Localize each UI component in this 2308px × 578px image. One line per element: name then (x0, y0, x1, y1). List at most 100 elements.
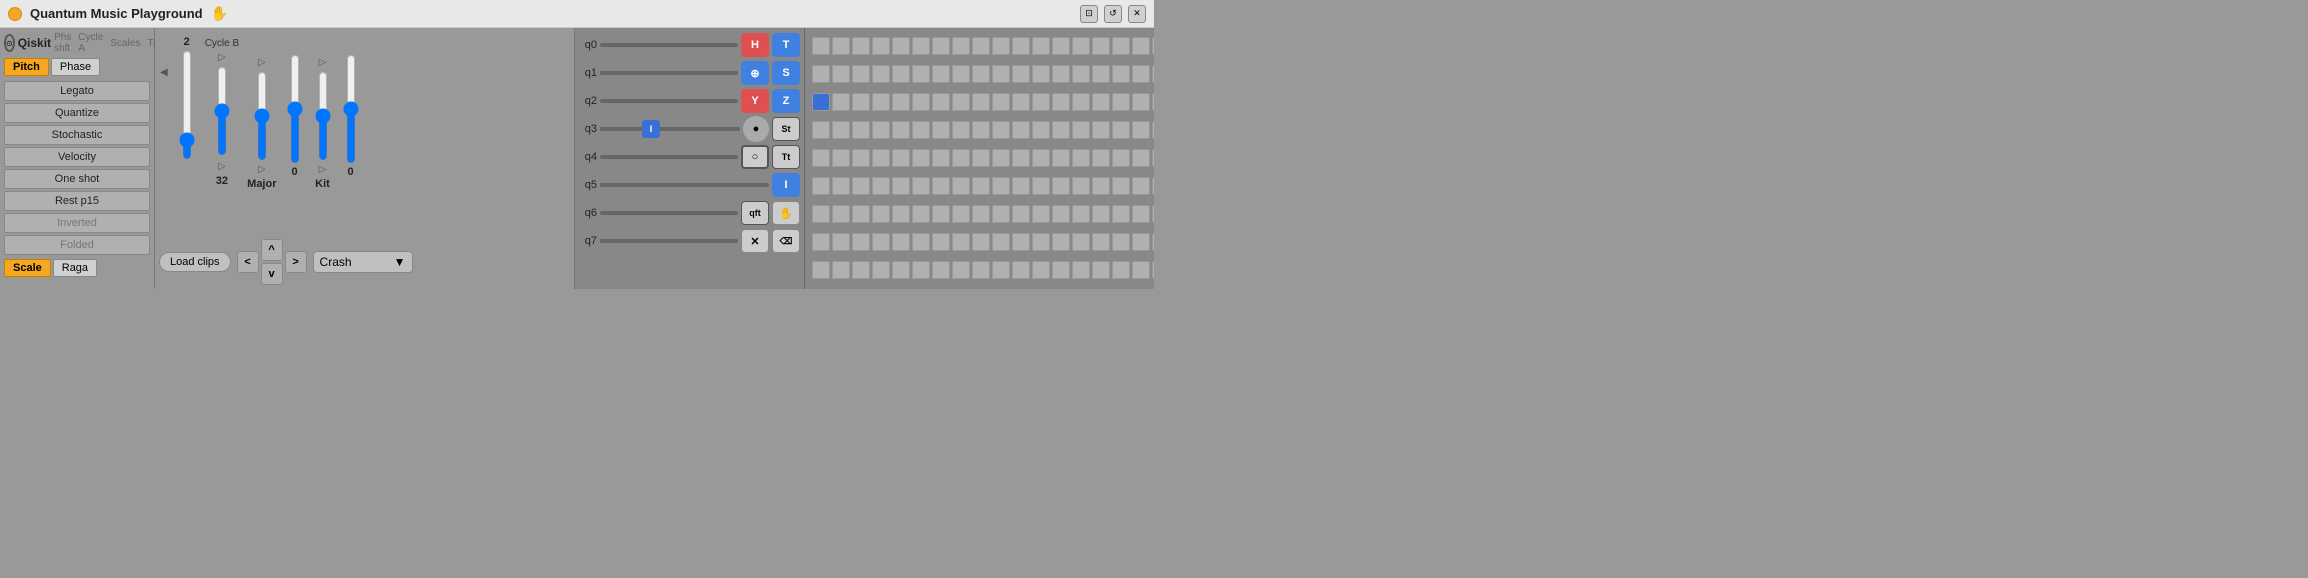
grid-cell[interactable] (1072, 177, 1090, 195)
grid-cell[interactable] (832, 177, 850, 195)
grid-cell[interactable] (1152, 121, 1154, 139)
grid-cell[interactable] (872, 121, 890, 139)
grid-cell[interactable] (1032, 93, 1050, 111)
grid-cell[interactable] (892, 205, 910, 223)
grid-cell[interactable] (1012, 93, 1030, 111)
grid-cell[interactable] (912, 233, 930, 251)
pitch-button[interactable]: Pitch (4, 58, 49, 76)
grid-cell[interactable] (872, 177, 890, 195)
grid-cell[interactable] (972, 93, 990, 111)
grid-cell[interactable] (1072, 121, 1090, 139)
q0-btn2[interactable]: T (772, 33, 800, 57)
grid-cell[interactable] (812, 121, 830, 139)
q3-btn1[interactable]: ● (743, 116, 769, 142)
grid-cell[interactable] (1132, 93, 1150, 111)
grid-cell[interactable] (1152, 177, 1154, 195)
grid-cell[interactable] (1092, 37, 1110, 55)
cycle-b-arrow-btn[interactable]: ▷ (217, 51, 227, 64)
one-shot-button[interactable]: One shot (4, 169, 150, 189)
grid-cell[interactable] (1072, 205, 1090, 223)
grid-cell[interactable] (992, 233, 1010, 251)
grid-cell[interactable] (972, 177, 990, 195)
grid-cell[interactable] (1032, 261, 1050, 279)
grid-cell[interactable] (992, 65, 1010, 83)
grid-cell[interactable] (1012, 233, 1030, 251)
grid-cell[interactable] (1072, 233, 1090, 251)
grid-cell[interactable] (892, 149, 910, 167)
q7-btn1[interactable]: ✕ (741, 229, 769, 253)
grid-cell[interactable] (832, 37, 850, 55)
inverted-button[interactable]: Inverted (4, 213, 150, 233)
grid-cell[interactable] (1092, 261, 1110, 279)
grid-cell[interactable] (1052, 149, 1070, 167)
grid-cell[interactable] (992, 149, 1010, 167)
grid-cell[interactable] (832, 233, 850, 251)
grid-cell[interactable] (832, 149, 850, 167)
grid-cell[interactable] (1152, 261, 1154, 279)
grid-cell[interactable] (1052, 93, 1070, 111)
grid-cell[interactable] (1112, 177, 1130, 195)
grid-cell[interactable] (1092, 121, 1110, 139)
grid-cell[interactable] (1092, 149, 1110, 167)
grid-cell[interactable] (932, 65, 950, 83)
grid-cell[interactable] (1132, 37, 1150, 55)
grid-cell[interactable] (1032, 121, 1050, 139)
grid-cell[interactable] (1132, 261, 1150, 279)
grid-cell[interactable] (872, 149, 890, 167)
grid-cell[interactable] (932, 205, 950, 223)
quantize-button[interactable]: Quantize (4, 103, 150, 123)
scales-slider[interactable] (252, 71, 272, 161)
grid-cell[interactable] (1052, 177, 1070, 195)
grid-cell[interactable] (1012, 205, 1030, 223)
grid-cell[interactable] (892, 233, 910, 251)
grid-cell[interactable] (932, 93, 950, 111)
nav-right-btn[interactable]: > (285, 251, 307, 273)
grid-cell[interactable] (1152, 65, 1154, 83)
grid-cell[interactable] (1012, 37, 1030, 55)
grid-cell[interactable] (1112, 37, 1130, 55)
grid-cell[interactable] (892, 37, 910, 55)
grid-cell[interactable] (852, 205, 870, 223)
grid-cell[interactable] (972, 37, 990, 55)
grid-cell[interactable] (852, 121, 870, 139)
phase-button[interactable]: Phase (51, 58, 100, 76)
grid-cell[interactable] (872, 93, 890, 111)
nav-up-btn[interactable]: ^ (261, 239, 283, 261)
q4-btn2[interactable]: Tt (772, 145, 800, 169)
grid-cell[interactable] (952, 177, 970, 195)
window-btn-1[interactable]: ⊡ (1080, 5, 1098, 23)
grid-cell[interactable] (1072, 93, 1090, 111)
cycle-a-slider[interactable] (177, 50, 197, 160)
grid-cell[interactable] (852, 65, 870, 83)
q5-btn1[interactable]: I (772, 173, 800, 197)
q6-btn1[interactable]: qft (741, 201, 769, 225)
grid-cell[interactable] (912, 93, 930, 111)
q2-btn1[interactable]: Y (741, 89, 769, 113)
grid-cell[interactable] (952, 205, 970, 223)
scale-button[interactable]: Scale (4, 259, 51, 277)
grid-cell[interactable] (812, 205, 830, 223)
grid-cell[interactable] (1092, 233, 1110, 251)
legato-button[interactable]: Legato (4, 81, 150, 101)
grid-cell[interactable] (912, 121, 930, 139)
scales-down-btn[interactable]: ▷ (257, 163, 267, 176)
grid-cell[interactable] (1032, 37, 1050, 55)
grid-cell[interactable] (812, 149, 830, 167)
grid-cell[interactable] (972, 261, 990, 279)
grid-cell[interactable] (872, 233, 890, 251)
grid-cell[interactable] (1052, 37, 1070, 55)
kit-arrow-btn[interactable]: ▷ (318, 56, 328, 69)
q1-btn2[interactable]: S (772, 61, 800, 85)
grid-cell[interactable] (912, 205, 930, 223)
grid-cell[interactable] (1152, 205, 1154, 223)
grid-cell[interactable] (992, 93, 1010, 111)
grid-cell[interactable] (1012, 177, 1030, 195)
grid-cell[interactable] (1052, 233, 1070, 251)
grid-cell[interactable] (1092, 177, 1110, 195)
grid-cell[interactable] (912, 261, 930, 279)
grid-cell[interactable] (1012, 149, 1030, 167)
rest-p15-button[interactable]: Rest p15 (4, 191, 150, 211)
grid-cell[interactable] (1152, 37, 1154, 55)
grid-cell[interactable] (1032, 233, 1050, 251)
grid-cell[interactable] (1112, 121, 1130, 139)
